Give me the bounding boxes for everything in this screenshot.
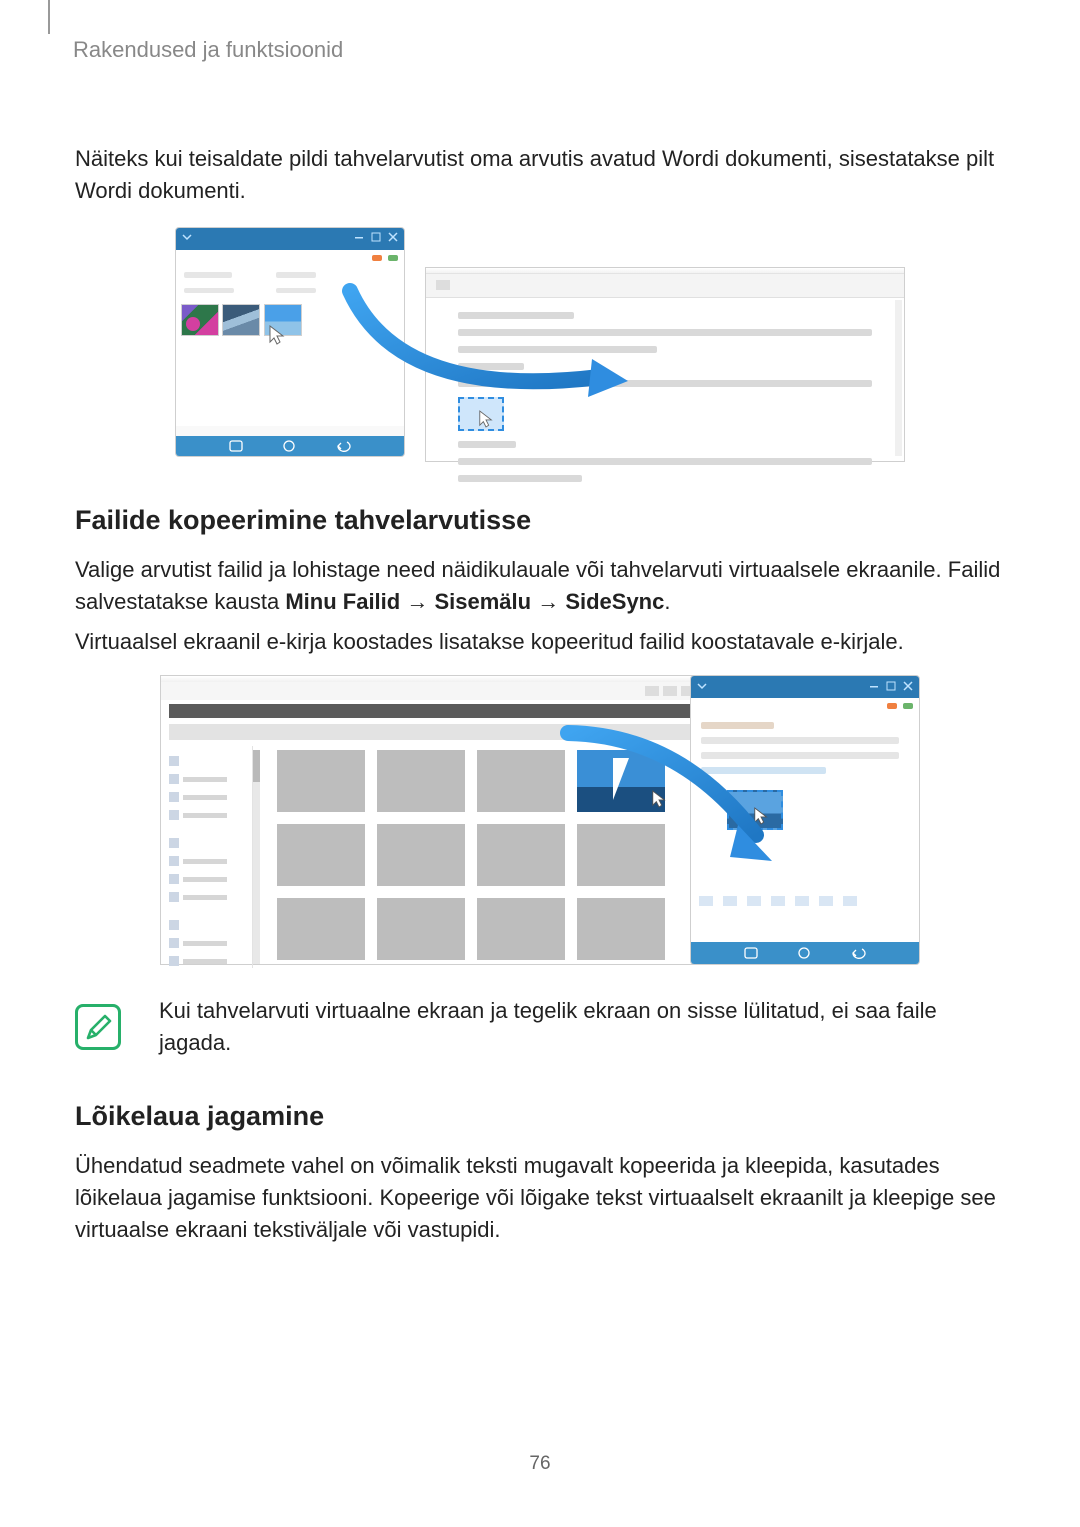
window-controls <box>865 681 913 694</box>
chevron-down-icon <box>182 232 192 245</box>
cursor-icon <box>753 806 769 831</box>
recent-apps-icon <box>229 440 243 452</box>
file-thumbnail <box>377 824 465 886</box>
cursor-icon <box>268 324 286 351</box>
file-thumbnail <box>477 750 565 812</box>
file-thumbnail <box>477 824 565 886</box>
intro-paragraph: Näiteks kui teisaldate pildi tahvelarvut… <box>75 143 1005 207</box>
document-window <box>425 267 905 462</box>
tablet-window <box>690 675 920 965</box>
home-icon <box>283 440 295 452</box>
cursor-icon <box>478 409 494 434</box>
chevron-down-icon <box>697 681 707 694</box>
file-thumbnail <box>577 898 665 960</box>
file-thumbnail-selected <box>577 750 665 812</box>
note-icon <box>75 1004 121 1050</box>
figure-tablet-to-document <box>175 227 905 467</box>
back-icon <box>850 947 866 959</box>
section2-paragraph: Ühendatud seadmete vahel on võimalik tek… <box>75 1150 1005 1246</box>
window-controls <box>350 232 398 245</box>
home-icon <box>798 947 810 959</box>
figure-explorer-to-tablet <box>160 675 920 965</box>
cursor-icon <box>651 789 667 814</box>
page-header: Rakendused ja funktsioonid <box>73 37 1005 63</box>
compose-toolbar <box>699 896 911 906</box>
file-thumbnail <box>577 824 665 886</box>
tablet-nav-bar <box>691 942 919 964</box>
back-icon <box>335 440 351 452</box>
tablet-nav-bar <box>176 436 404 456</box>
file-thumbnail <box>477 898 565 960</box>
section-heading-copy-files: Failide kopeerimine tahvelarvutisse <box>75 505 1005 536</box>
tablet-titlebar <box>691 676 919 698</box>
page-number: 76 <box>0 1453 1080 1475</box>
file-thumbnail <box>277 824 365 886</box>
note-text: Kui tahvelarvuti virtuaalne ekraan ja te… <box>159 995 1005 1059</box>
drop-target <box>458 397 504 431</box>
drop-target <box>727 790 783 830</box>
explorer-sidebar <box>161 746 253 968</box>
tablet-toolbar <box>176 250 404 266</box>
file-thumbnail <box>277 750 365 812</box>
section1-paragraph-2: Virtuaalsel ekraanil e-kirja koostades l… <box>75 626 1005 658</box>
note-block: Kui tahvelarvuti virtuaalne ekraan ja te… <box>75 995 1005 1059</box>
file-thumbnail <box>277 898 365 960</box>
file-thumbnail <box>377 898 465 960</box>
image-thumbnail <box>181 304 219 336</box>
file-thumbnail <box>377 750 465 812</box>
file-explorer-window <box>160 675 700 965</box>
image-thumbnail <box>222 304 260 336</box>
recent-apps-icon <box>744 947 758 959</box>
tablet-window <box>175 227 405 457</box>
section1-paragraph-1: Valige arvutist failid ja lohistage need… <box>75 554 1005 618</box>
section-heading-clipboard: Lõikelaua jagamine <box>75 1101 1005 1132</box>
tablet-titlebar <box>176 228 404 250</box>
